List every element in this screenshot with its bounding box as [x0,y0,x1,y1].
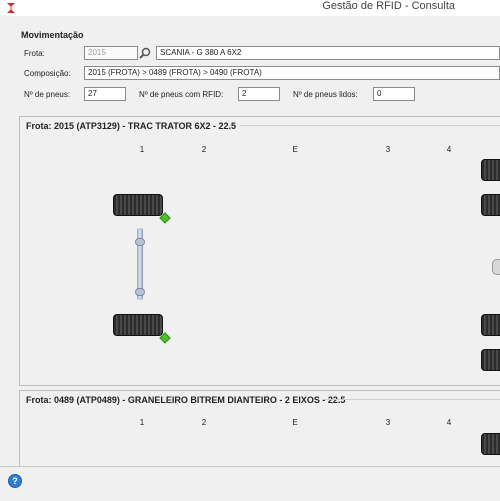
vehicle-group-title: Frota: 0489 (ATP0489) - GRANELEIRO BITRE… [26,395,346,405]
search-button[interactable] [138,46,152,60]
column-label: 4 [446,418,452,427]
frota-vehicle-field[interactable]: SCANIA - G 380 A 6X2 [156,46,500,60]
frota-code-field[interactable]: 2015 [84,46,138,60]
tire-axle1-right[interactable] [113,314,163,336]
title-bar: Gestão de RFID - Consulta [0,0,500,16]
movimentacao-title: Movimentação [21,30,84,40]
frota-label: Frota: [24,49,45,58]
pneus-lidos-field[interactable]: 0 [373,87,415,101]
pneus-rfid-label: Nº de pneus com RFID: [139,90,224,99]
column-label: 3 [385,418,391,427]
tire-axle2-right-inner[interactable] [481,314,500,336]
tire-axle1-left[interactable] [113,194,163,216]
tire-axle2-left-inner[interactable] [481,194,500,216]
vehicle-group-trator [19,116,500,386]
tire-graneleiro[interactable] [481,433,500,455]
group-divider [240,125,500,126]
status-bar [0,466,500,501]
group-divider [322,399,500,400]
composicao-label: Composição: [24,69,71,78]
axle-joint [135,288,145,296]
column-label: 3 [385,145,391,154]
search-icon [139,47,151,59]
tire-axle2-right-outer[interactable] [481,349,500,371]
vehicle-group-title: Frota: 2015 (ATP3129) - TRAC TRATOR 6X2 … [26,121,237,131]
pneus-field[interactable]: 27 [84,87,126,101]
pneus-rfid-field[interactable]: 2 [238,87,280,101]
column-label: 1 [139,145,145,154]
pneus-label: Nº de pneus: [24,90,71,99]
composicao-field[interactable]: 2015 (FROTA) > 0489 (FROTA) > 0490 (FROT… [84,66,500,80]
column-label: E [292,418,298,427]
column-label: 1 [139,418,145,427]
column-label: 2 [201,145,207,154]
column-label: 2 [201,418,207,427]
tire-axle2-left-outer[interactable] [481,159,500,181]
axle-hub [492,259,500,275]
pneus-lidos-label: Nº de pneus lidos: [293,90,358,99]
axle-joint [135,238,145,246]
window-title: Gestão de RFID - Consulta [322,0,455,12]
help-icon[interactable]: ? [8,474,22,488]
column-label: E [292,145,298,154]
column-label: 4 [446,145,452,154]
